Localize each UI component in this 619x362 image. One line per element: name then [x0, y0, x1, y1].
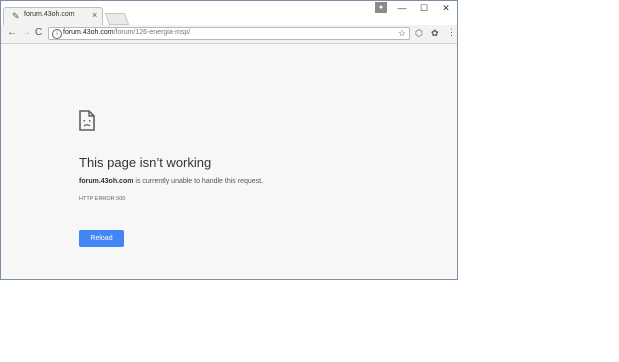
back-icon[interactable]: ←	[7, 27, 17, 38]
error-description: forum.43oh.com is currently unable to ha…	[79, 178, 263, 185]
url-text: forum.43oh.com/forum/126-energia-msp/	[63, 29, 191, 36]
error-message: is currently unable to handle this reque…	[133, 178, 264, 185]
star-icon[interactable]: ☆	[398, 28, 406, 39]
error-host: forum.43oh.com	[79, 178, 134, 185]
minimize-icon[interactable]: —	[391, 1, 413, 15]
tab-title: forum.43oh.com	[24, 11, 75, 18]
error-code: HTTP ERROR 500	[79, 196, 126, 202]
close-icon[interactable]: ×	[92, 10, 97, 20]
toolbar: ← → C i forum.43oh.com/forum/126-energia…	[1, 25, 457, 44]
address-bar[interactable]: i forum.43oh.com/forum/126-energia-msp/ …	[48, 27, 410, 40]
extension-icon-2[interactable]: ✿	[431, 28, 439, 39]
info-icon[interactable]: i	[52, 29, 62, 39]
reload-button[interactable]: Reload	[79, 230, 124, 247]
browser-tab[interactable]: ✎ forum.43oh.com ×	[3, 7, 103, 25]
maximize-icon[interactable]: ☐	[413, 1, 435, 15]
refresh-icon[interactable]: C	[35, 27, 42, 38]
window-close-icon[interactable]: ✕	[435, 1, 457, 15]
menu-icon[interactable]: ⋮	[447, 27, 456, 38]
sad-document-icon	[79, 110, 95, 131]
forward-icon[interactable]: →	[21, 27, 31, 38]
browser-window: ✎ forum.43oh.com × ● — ☐ ✕ ← → C i forum…	[0, 0, 458, 280]
page-content: This page isn’t working forum.43oh.com i…	[1, 44, 457, 279]
profile-icon[interactable]: ●	[375, 2, 387, 13]
new-tab-icon[interactable]	[104, 13, 130, 25]
extension-icon[interactable]: ⬡	[415, 28, 423, 39]
page-favicon-icon: ✎	[12, 11, 20, 21]
error-title: This page isn’t working	[79, 155, 212, 170]
title-bar: ✎ forum.43oh.com × ● — ☐ ✕	[1, 1, 457, 25]
